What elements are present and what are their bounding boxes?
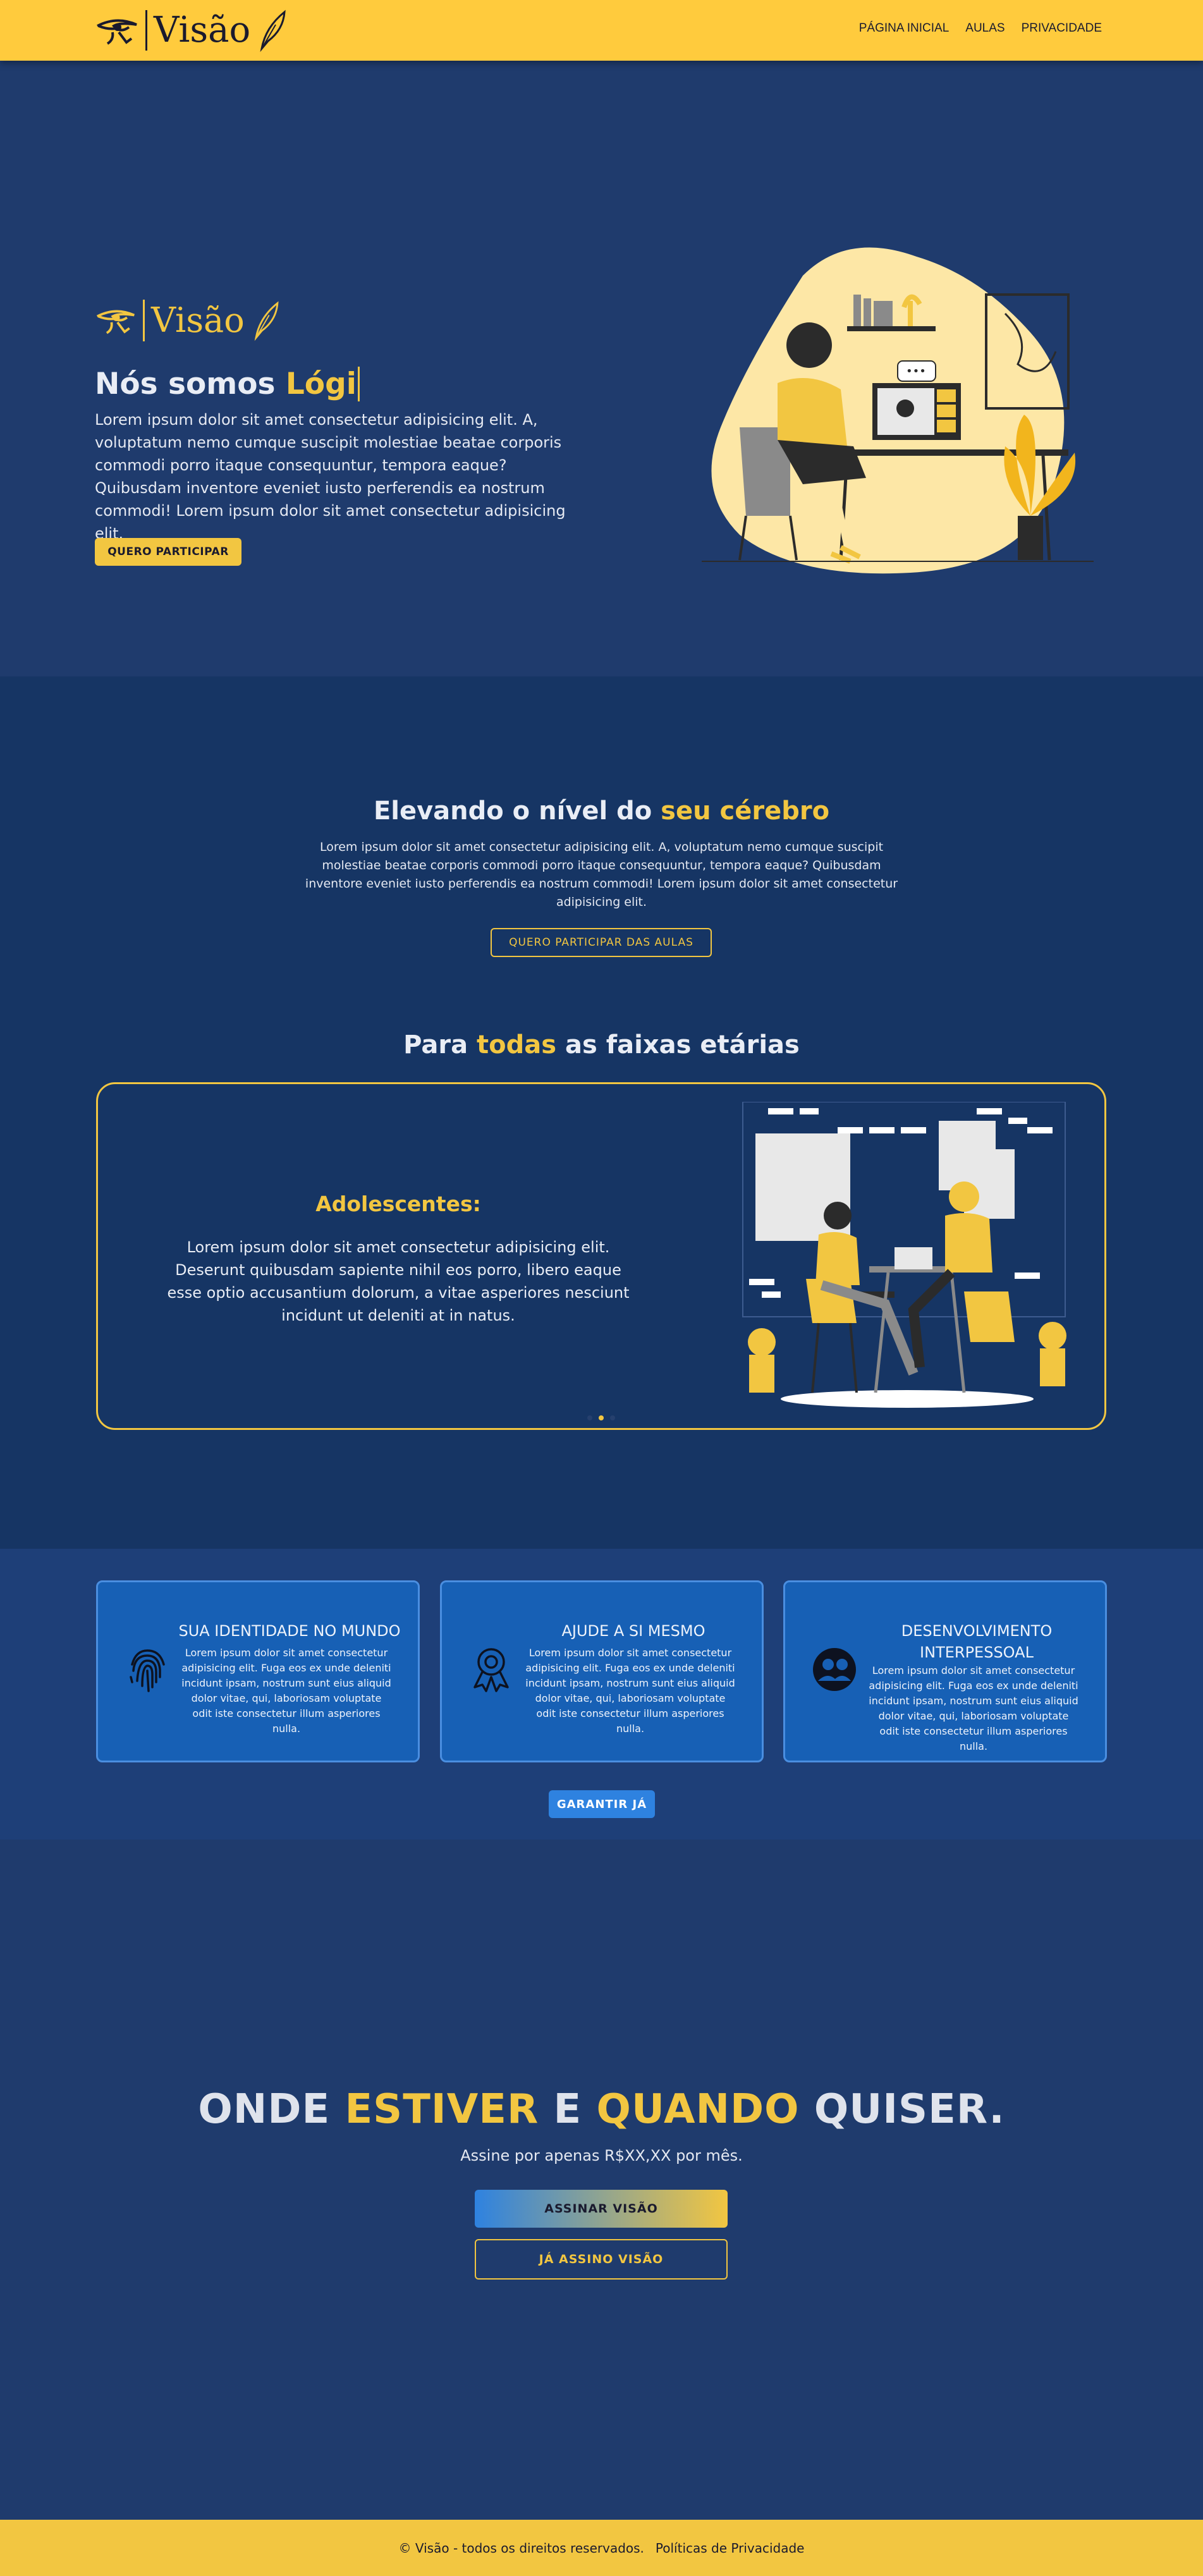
- feature-description: Lorem ipsum dolor sit amet consectetur a…: [525, 1647, 735, 1735]
- ages-carousel[interactable]: Adolescentes: Lorem ipsum dolor sit amet…: [96, 1082, 1106, 1430]
- carousel-indicators: [98, 1415, 1104, 1420]
- level-title-prefix: Elevando o nível do: [373, 797, 652, 826]
- subscribe-price: Assine por apenas R$XX,XX por mês.: [460, 2147, 743, 2164]
- fingerprint-icon: [130, 1649, 165, 1692]
- level-title-highlight: seu cérebro: [661, 797, 830, 826]
- footer-copyright: © Visão - todos os direitos reservados.: [398, 2540, 644, 2556]
- slide-description: Lorem ipsum dolor sit amet consectetur a…: [167, 1238, 630, 1324]
- quill-icon: [260, 9, 286, 52]
- join-classes-button[interactable]: QUERO PARTICIPAR DAS AULAS: [491, 928, 712, 957]
- guarantee-button[interactable]: GARANTIR JÁ: [549, 1790, 655, 1818]
- level-section: Elevando o nível do seu cérebro Lorem ip…: [0, 676, 1203, 1549]
- hero-section: Visão Nós somos Lógi Lorem ipsum dolor s…: [0, 61, 1203, 676]
- hero-title-prefix: Nós somos: [95, 367, 276, 401]
- nav-home[interactable]: PÁGINA INICIAL: [859, 21, 950, 35]
- feature-description: Lorem ipsum dolor sit amet consectetur a…: [869, 1664, 1078, 1752]
- hero-brand-name: Visão: [151, 300, 245, 340]
- level-description: Lorem ipsum dolor sit amet consectetur a…: [305, 840, 898, 909]
- nav-classes[interactable]: AULAS: [965, 21, 1005, 35]
- navbar: Visão PÁGINA INICIAL AULAS PRIVACIDADE: [0, 0, 1203, 61]
- nav-privacy[interactable]: PRIVACIDADE: [1022, 21, 1102, 35]
- footer: © Visão - todos os direitos reservados. …: [0, 2520, 1203, 2576]
- brand-name: Visão: [154, 9, 251, 51]
- hero-title-typed: Lógi: [285, 367, 360, 401]
- join-button[interactable]: QUERO PARTICIPAR: [95, 538, 241, 566]
- footer-privacy-link[interactable]: Políticas de Privacidade: [656, 2541, 805, 2556]
- ages-title: Para todas as faixas etárias: [0, 1030, 1203, 1059]
- feature-title: AJUDE A SI MESMO: [561, 1622, 705, 1640]
- people-icon: [813, 1648, 856, 1691]
- hero-illustration: •••: [702, 247, 1094, 574]
- feature-title: SUA IDENTIDADE NO MUNDO: [178, 1622, 401, 1640]
- subscribe-title-w1: ONDE: [198, 2086, 331, 2133]
- subscribe-title-w2: ESTIVER: [345, 2086, 539, 2133]
- subscribe-title-w4: QUANDO: [596, 2086, 800, 2133]
- subscribe-button[interactable]: ASSINAR VISÃO: [475, 2190, 728, 2228]
- feature-card-self-help: AJUDE A SI MESMO Lorem ipsum dolor sit a…: [440, 1580, 764, 1762]
- hero-description: Lorem ipsum dolor sit amet consectetur a…: [95, 411, 566, 542]
- subscribe-title-w3: E: [553, 2086, 582, 2133]
- logo-divider: [143, 300, 145, 341]
- quill-icon: [254, 301, 279, 341]
- eye-of-horus-icon: [96, 310, 135, 334]
- brand-logo[interactable]: Visão: [95, 6, 288, 54]
- ages-title-highlight: todas: [477, 1030, 557, 1059]
- svg-text:•••: •••: [906, 365, 926, 378]
- ages-title-suffix: as faixas etárias: [565, 1030, 800, 1059]
- feature-description: Lorem ipsum dolor sit amet consectetur a…: [181, 1647, 391, 1735]
- main-nav: PÁGINA INICIAL AULAS PRIVACIDADE: [859, 21, 1102, 35]
- carousel-dot[interactable]: [610, 1415, 615, 1420]
- carousel-dot[interactable]: [587, 1415, 592, 1420]
- carousel-dot-active[interactable]: [599, 1415, 604, 1420]
- teens-illustration: [742, 1102, 1066, 1408]
- eye-of-horus-icon: [97, 19, 137, 45]
- logo-divider: [145, 10, 147, 51]
- features-section: SUA IDENTIDADE NO MUNDO Lorem ipsum dolo…: [0, 1549, 1203, 1840]
- hero-title: Nós somos Lógi: [95, 367, 360, 401]
- already-subscribed-button[interactable]: JÁ ASSINO VISÃO: [475, 2239, 728, 2280]
- level-title: Elevando o nível do seu cérebro: [0, 797, 1203, 826]
- feature-card-interpersonal: DESENVOLVIMENTO INTERPESSOAL Lorem ipsum…: [783, 1580, 1107, 1762]
- ages-title-prefix: Para: [403, 1030, 468, 1059]
- feature-card-identity: SUA IDENTIDADE NO MUNDO Lorem ipsum dolo…: [96, 1580, 420, 1762]
- subscribe-title: ONDE ESTIVER E QUANDO QUISER.: [0, 2086, 1203, 2133]
- hero-logo: Visão: [95, 300, 281, 341]
- feature-title: DESENVOLVIMENTO INTERPESSOAL: [901, 1622, 1053, 1661]
- subscribe-title-w5: QUISER.: [814, 2086, 1005, 2133]
- award-icon: [473, 1648, 509, 1692]
- subscribe-section: ONDE ESTIVER E QUANDO QUISER. Assine por…: [0, 1840, 1203, 2520]
- slide-title: Adolescentes:: [315, 1192, 481, 1216]
